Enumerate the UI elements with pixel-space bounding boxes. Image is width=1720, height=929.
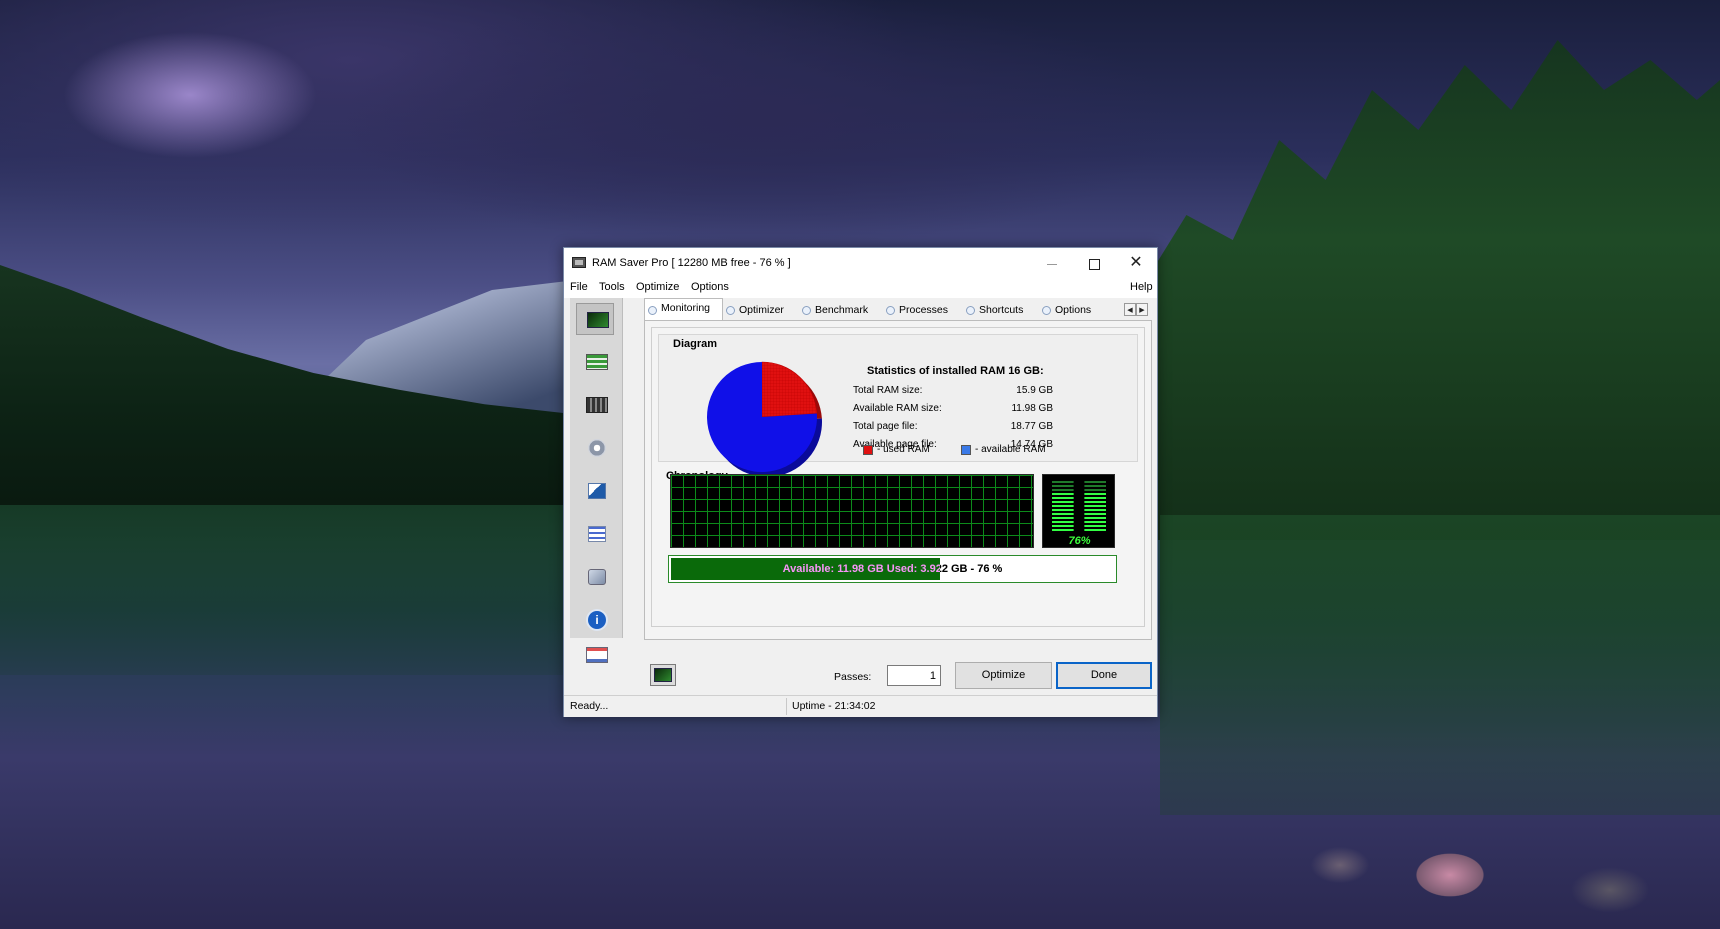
diagram-title: Diagram	[673, 338, 718, 350]
ram-pie-chart	[704, 359, 830, 485]
status-text: Ready...	[570, 700, 609, 712]
legend-used-swatch	[863, 445, 873, 455]
benchmark-icon	[586, 397, 608, 413]
stat-total-ram-label: Total RAM size:	[853, 385, 923, 396]
passes-label: Passes:	[834, 671, 872, 683]
done-button[interactable]: Done	[1056, 662, 1152, 689]
usage-meter-bars	[1052, 481, 1106, 533]
toolbar-benchmark-button[interactable]	[576, 389, 614, 421]
tab-scroll-right-button[interactable]: ▶	[1136, 303, 1148, 316]
optimizer-icon	[586, 354, 608, 370]
menu-tools[interactable]: Tools	[599, 281, 625, 293]
wallpaper-rocks	[1280, 820, 1720, 929]
memory-usage-text: Available: 11.98 GB Used: 3.922 GB - 76 …	[782, 563, 1003, 575]
minimize-icon	[1047, 263, 1057, 265]
tab-monitoring[interactable]: Monitoring	[644, 298, 723, 320]
ram-saver-window: RAM Saver Pro [ 12280 MB free - 76 % ] ✕…	[563, 247, 1158, 717]
wallpaper-reflection-right	[1160, 515, 1720, 815]
usage-meter-label: 76%	[1068, 535, 1091, 547]
stat-available-ram-value: 11.98 GB	[1011, 403, 1053, 414]
stat-total-page-file-label: Total page file:	[853, 421, 918, 432]
tab-scroll-left-button[interactable]: ◀	[1124, 303, 1136, 316]
monitoring-frame: Diagram Statistics of installed RAM 16 G…	[651, 327, 1145, 627]
status-bar: Ready... Uptime - 21:34:02	[564, 695, 1157, 717]
shortcuts-icon	[588, 483, 606, 499]
tab-benchmark[interactable]: Benchmark	[799, 301, 883, 320]
toolbar-settings-button[interactable]	[576, 561, 614, 593]
app-icon[interactable]	[572, 257, 586, 268]
pie-slice-used-pattern	[762, 362, 817, 417]
tasks-icon	[588, 526, 606, 542]
toolbar-processes-button[interactable]	[576, 432, 614, 464]
minimize-button[interactable]	[1031, 248, 1073, 278]
close-icon: ✕	[1129, 254, 1143, 271]
ram-pie-svg	[707, 361, 822, 477]
stat-available-ram-label: Available RAM size:	[853, 403, 942, 414]
toolbar-shortcuts-button[interactable]	[576, 475, 614, 507]
toolbar-optimizer-button[interactable]	[576, 346, 614, 378]
toolbar-info-button[interactable]: i	[576, 604, 614, 636]
legend-available-swatch	[961, 445, 971, 455]
usage-meter-level	[1052, 493, 1106, 533]
status-uptime: Uptime - 21:34:02	[792, 700, 876, 712]
maximize-icon	[1088, 258, 1100, 270]
tab-options[interactable]: Options	[1039, 301, 1109, 320]
left-toolbar: i	[570, 298, 623, 663]
tab-processes[interactable]: Processes	[883, 301, 963, 320]
wallpaper-reflection-left	[0, 505, 570, 675]
chronology-graph	[670, 474, 1034, 548]
menu-options[interactable]: Options	[691, 281, 729, 293]
toolbar-monitoring-button[interactable]	[576, 303, 614, 335]
diagram-group: Diagram Statistics of installed RAM 16 G…	[658, 334, 1138, 477]
stats-title: Statistics of installed RAM 16 GB:	[867, 365, 1044, 377]
memory-usage-bar: Available: 11.98 GB Used: 3.922 GB - 76 …	[668, 555, 1117, 583]
stat-total-ram-value: 15.9 GB	[1016, 385, 1053, 396]
menu-file[interactable]: File	[570, 281, 588, 293]
settings-icon	[588, 569, 606, 585]
status-divider	[786, 698, 787, 715]
optimize-button[interactable]: Optimize	[955, 662, 1052, 689]
menu-help[interactable]: Help	[1130, 281, 1153, 293]
tab-shortcuts[interactable]: Shortcuts	[963, 301, 1039, 320]
info-icon: i	[588, 611, 606, 629]
monitor-view-button[interactable]	[650, 664, 676, 686]
legend-used-label: - used RAM	[877, 444, 930, 455]
toolbar-mail-button[interactable]	[576, 643, 614, 669]
maximize-button[interactable]	[1073, 248, 1115, 278]
window-title: RAM Saver Pro [ 12280 MB free - 76 % ]	[592, 257, 791, 269]
tab-optimizer[interactable]: Optimizer	[723, 301, 799, 320]
title-bar[interactable]: RAM Saver Pro [ 12280 MB free - 76 % ] ✕	[564, 248, 1157, 278]
menu-optimize[interactable]: Optimize	[636, 281, 679, 293]
monitor-view-icon	[654, 668, 672, 682]
passes-input[interactable]	[887, 665, 941, 686]
close-button[interactable]: ✕	[1115, 248, 1157, 278]
menu-bar: File Tools Optimize Options Help	[564, 278, 1157, 298]
monitoring-panel: Diagram Statistics of installed RAM 16 G…	[644, 320, 1152, 640]
usage-meter: 76%	[1042, 474, 1115, 548]
stat-total-page-file-value: 18.77 GB	[1010, 421, 1053, 432]
legend-available-label: - available RAM	[975, 444, 1046, 455]
mail-icon	[586, 647, 608, 663]
toolbar-tasks-button[interactable]	[576, 518, 614, 550]
monitoring-icon	[587, 312, 609, 328]
processes-icon	[588, 439, 606, 457]
tab-strip: Monitoring Optimizer Benchmark Processes…	[644, 298, 1152, 320]
